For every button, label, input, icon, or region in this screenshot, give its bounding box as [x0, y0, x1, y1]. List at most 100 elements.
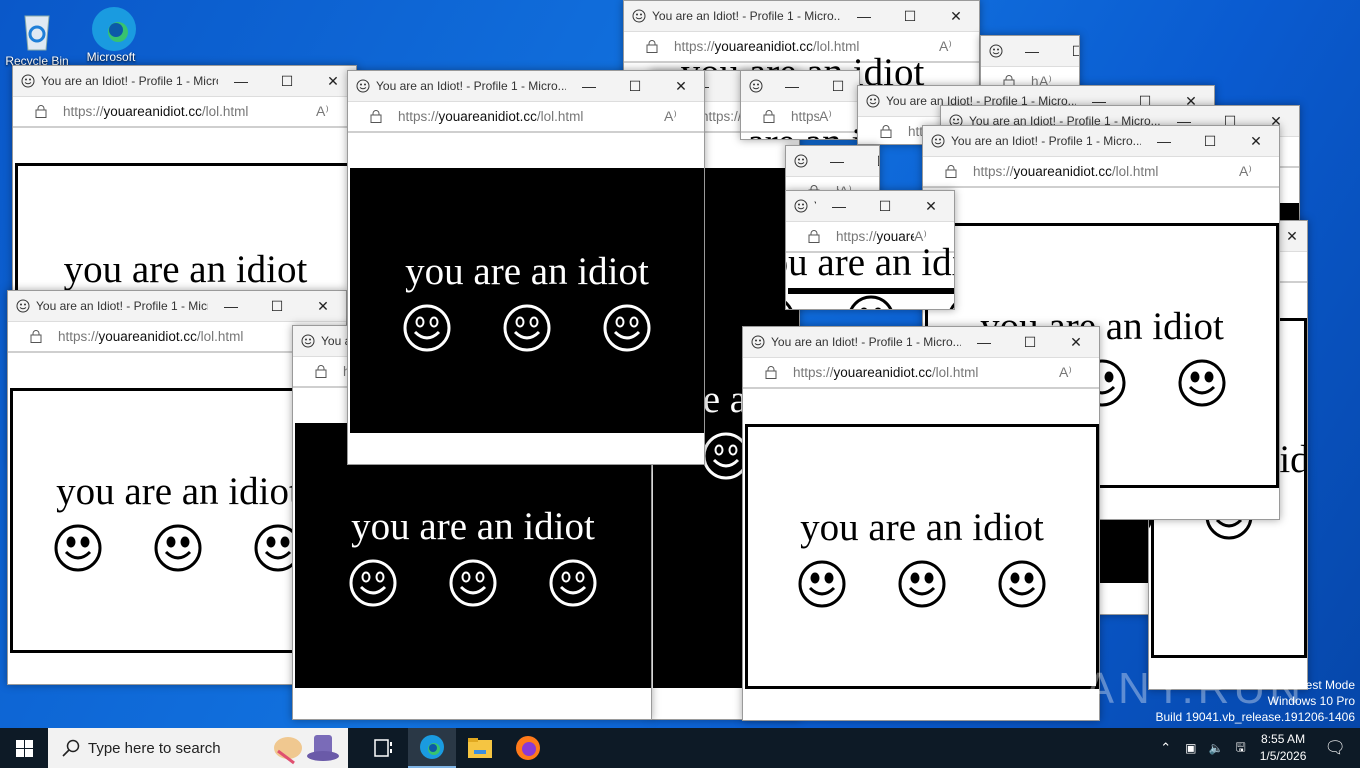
browser-popup-window[interactable]: You are an Idiot! - Profile 1 - Micro...… — [740, 70, 860, 140]
start-button[interactable] — [0, 728, 48, 768]
browser-popup-window[interactable]: You are an Idiot! - Profile 1 - Micro...… — [347, 70, 705, 465]
url-text: https://youareanidiot.cc/lol.html — [973, 164, 1159, 179]
meet-now-icon[interactable]: ▣ — [1185, 741, 1196, 755]
smiley-favicon-icon — [632, 9, 646, 23]
minimize-button[interactable]: — — [816, 198, 862, 214]
smiley-favicon-icon — [866, 94, 880, 108]
smiley-row — [786, 295, 954, 309]
smiley-icon — [603, 304, 651, 352]
window-title: You are an Idiot! - Profile 1 - Micro... — [951, 134, 1141, 148]
smiley-icon — [1178, 359, 1226, 407]
smiley-icon — [998, 560, 1046, 608]
window-title: You are an Idiot! - Profile 1 - Micro... — [771, 335, 961, 349]
maximize-button[interactable]: ☐ — [264, 73, 310, 90]
address-bar[interactable]: https://youareanidiot.cc/lol.html A⁾ — [348, 101, 704, 133]
title-bar[interactable]: You are an Idiot! - Profile 1 - Micro...… — [786, 146, 879, 176]
lock-icon — [945, 165, 957, 178]
taskbar-firefox[interactable] — [504, 728, 552, 768]
taskbar-edge[interactable] — [408, 728, 456, 768]
browser-popup-window[interactable]: You are an Idiot! - Profile 1 - Micro...… — [742, 326, 1100, 721]
network-icon[interactable]: 🖫 — [1235, 738, 1245, 759]
minimize-button[interactable]: — — [218, 73, 264, 89]
smiley-icon — [403, 304, 451, 352]
title-bar[interactable]: You are an Idiot! - Profile 1 - Micro...… — [624, 1, 979, 31]
maximize-button[interactable]: ☐ — [1007, 334, 1053, 351]
minimize-button[interactable]: — — [566, 78, 612, 94]
maximize-button[interactable]: ☐ — [862, 198, 908, 215]
smiley-icon — [898, 560, 946, 608]
minimize-button[interactable]: — — [961, 334, 1007, 350]
system-tray: ⌃ ▣ 🔈 🖫 8:55 AM 1/5/2026 🗨 — [1152, 728, 1360, 768]
window-title: You are an Idiot! - Profile 1 - Micro... — [652, 9, 841, 23]
lock-icon — [35, 105, 47, 118]
maximize-button[interactable]: ☐ — [612, 78, 658, 95]
url-text: https://youareanidiot.cc/lol.html — [398, 109, 584, 124]
title-bar[interactable]: You are an Idiot! - Profile 1 - Micro...… — [8, 291, 346, 321]
title-bar[interactable]: You are an Idiot! - Profile 1 - Micro...… — [923, 126, 1279, 156]
taskbar-search-box[interactable]: Type here to search — [48, 728, 348, 768]
close-button[interactable]: ✕ — [1233, 133, 1279, 150]
title-bar[interactable]: You are an Idiot! - Profile 1 - Micro...… — [741, 71, 859, 101]
minimize-button[interactable]: — — [1141, 133, 1187, 149]
close-button[interactable]: ✕ — [1053, 334, 1099, 351]
maximize-button[interactable]: ☐ — [1187, 133, 1233, 150]
clock[interactable]: 8:55 AM 1/5/2026 — [1260, 731, 1307, 765]
idiot-page-content: you are an idiot — [786, 241, 954, 309]
minimize-button[interactable]: — — [841, 8, 887, 24]
lock-icon — [370, 110, 382, 123]
address-bar[interactable]: https://youareanidiot.cc/lol.html A⁾ — [13, 96, 356, 128]
title-bar[interactable]: You are an Idiot! - Profile 1 - Micro...… — [13, 66, 356, 96]
url-text: https://youareanidiot.cc/lol.html — [793, 365, 979, 380]
title-bar[interactable]: You are an Idiot! - Profile 1 - Micro...… — [981, 36, 1079, 66]
read-aloud-icon[interactable]: A⁾ — [1059, 364, 1099, 381]
read-aloud-icon[interactable]: A⁾ — [1239, 163, 1279, 180]
maximize-button[interactable]: ☐ — [815, 78, 859, 95]
smiley-icon — [849, 295, 893, 309]
show-hidden-icons-chevron-icon[interactable]: ⌃ — [1160, 740, 1171, 756]
minimize-button[interactable]: — — [208, 298, 254, 314]
desktop-icon-recycle-bin[interactable]: Recycle Bin — [2, 8, 72, 68]
notification-center-icon[interactable]: 🗨 — [1324, 738, 1346, 758]
close-button[interactable]: ✕ — [908, 198, 954, 215]
maximize-button[interactable]: ☐ — [254, 298, 300, 315]
minimize-button[interactable]: — — [814, 153, 860, 169]
browser-popup-window[interactable]: You are an Idiot! - Profile 1 - Micro...… — [785, 190, 955, 310]
smiley-icon — [798, 560, 846, 608]
smiley-favicon-icon — [931, 134, 945, 148]
maximize-button[interactable]: ☐ — [860, 153, 879, 170]
clock-date: 1/5/2026 — [1259, 749, 1307, 763]
idiot-page-content: you are an idiot — [350, 168, 704, 433]
task-view-button[interactable] — [360, 728, 408, 768]
window-title: You are an Idiot! - Profile 1 - Micro... — [36, 299, 208, 313]
smiley-icon — [786, 300, 793, 309]
volume-icon[interactable]: 🔈 — [1209, 741, 1224, 755]
window-title: You are an Idiot! - Profile 1 - Micro... — [41, 74, 218, 88]
smiley-row — [403, 304, 651, 352]
clock-time: 8:55 AM — [1261, 732, 1306, 746]
address-bar[interactable]: https://youareanidiot.cc/lol.html A⁾ — [743, 357, 1099, 389]
minimize-button[interactable]: — — [769, 78, 815, 94]
close-button[interactable]: ✕ — [300, 298, 346, 315]
address-bar[interactable]: https://youareanidiot.cc/lol.html A⁾ — [923, 156, 1279, 188]
lock-icon — [646, 40, 658, 53]
close-button[interactable]: ✕ — [658, 78, 704, 95]
smiley-icon — [1305, 507, 1307, 524]
smiley-favicon-icon — [989, 44, 1003, 58]
maximize-button[interactable]: ☐ — [1055, 43, 1079, 60]
read-aloud-icon[interactable]: A⁾ — [664, 108, 704, 125]
taskbar: Type here to search ⌃ ▣ 🔈 🖫 8:55 AM 1/5/… — [0, 728, 1360, 768]
close-button[interactable]: ✕ — [933, 8, 979, 25]
title-bar[interactable]: You are an Idiot! - Profile 1 - Micro...… — [348, 71, 704, 101]
taskbar-file-explorer[interactable] — [456, 728, 504, 768]
lock-icon — [315, 365, 327, 378]
smiley-favicon-icon — [21, 74, 35, 88]
maximize-button[interactable]: ☐ — [887, 8, 933, 25]
smiley-icon — [54, 524, 102, 572]
read-aloud-icon[interactable]: A⁾ — [939, 38, 979, 55]
smiley-icon — [449, 559, 497, 607]
title-bar[interactable]: You are an Idiot! - Profile 1 - Micro...… — [743, 327, 1099, 357]
title-bar[interactable]: You are an Idiot! - Profile 1 - Micro...… — [786, 191, 954, 221]
task-view-icon — [374, 739, 392, 757]
minimize-button[interactable]: — — [1009, 43, 1055, 59]
edge-icon — [89, 4, 136, 51]
